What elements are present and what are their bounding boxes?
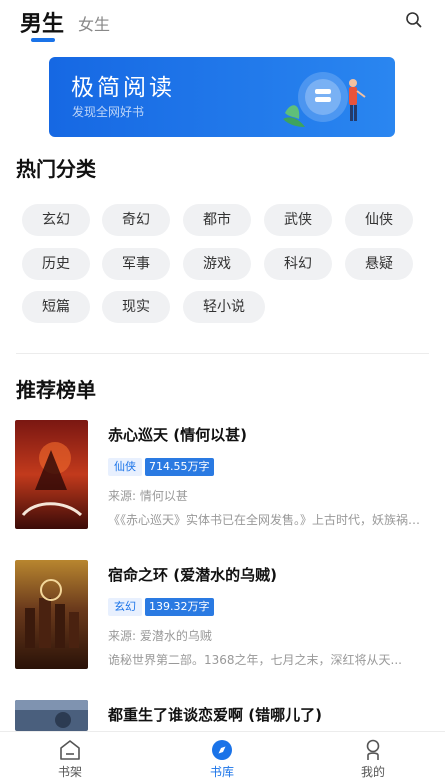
category-chip[interactable]: 悬疑 bbox=[345, 248, 413, 280]
category-chip[interactable]: 历史 bbox=[22, 248, 90, 280]
book-cover[interactable] bbox=[15, 420, 88, 529]
category-chip[interactable]: 仙侠 bbox=[345, 204, 413, 236]
category-chip[interactable]: 都市 bbox=[183, 204, 251, 236]
tab-male[interactable]: 男生 bbox=[20, 6, 64, 38]
category-chip[interactable]: 武侠 bbox=[264, 204, 332, 236]
category-chip[interactable]: 短篇 bbox=[22, 291, 90, 323]
bottom-nav: 书架 书库 我的 bbox=[0, 731, 445, 780]
genre-tag: 仙侠 bbox=[108, 458, 142, 476]
book-description: 《《赤心巡天》实体书已在全网发售。》上古时代，妖族祸世，... bbox=[108, 513, 426, 527]
category-chip[interactable]: 游戏 bbox=[183, 248, 251, 280]
book-description: 诡秘世界第二部。1368之年，七月之末，深红将从天... bbox=[108, 653, 402, 667]
top-bar: 男生 女生 bbox=[0, 0, 445, 46]
book-item[interactable]: 赤心巡天 (情何以甚) 仙侠 714.55万字 来源: 情何以甚 《《赤心巡天》… bbox=[0, 420, 445, 532]
user-icon bbox=[366, 739, 380, 760]
reading-illustration bbox=[283, 72, 366, 127]
book-cover[interactable] bbox=[15, 560, 88, 669]
section-divider bbox=[16, 353, 429, 354]
book-title[interactable]: 赤心巡天 (情何以甚) bbox=[108, 424, 247, 445]
banner-title: 极简阅读 bbox=[71, 75, 175, 101]
category-chip[interactable]: 科幻 bbox=[264, 248, 332, 280]
tab-female[interactable]: 女生 bbox=[78, 11, 110, 35]
nav-label: 我的 bbox=[360, 765, 385, 779]
bookshelf-icon bbox=[60, 740, 80, 760]
search-icon[interactable] bbox=[404, 10, 424, 30]
promo-banner[interactable]: 极简阅读 发现全网好书 bbox=[49, 57, 395, 137]
book-title[interactable]: 宿命之环 (爱潜水的乌贼) bbox=[108, 564, 277, 585]
category-chip[interactable]: 军事 bbox=[102, 248, 170, 280]
hot-categories-title: 热门分类 bbox=[16, 157, 96, 181]
book-title[interactable]: 都重生了谁谈恋爱啊 (错哪儿了) bbox=[108, 704, 322, 725]
book-item[interactable]: 宿命之环 (爱潜水的乌贼) 玄幻 139.32万字 来源: 爱潜水的乌贼 诡秘世… bbox=[0, 560, 445, 672]
word-count-tag: 714.55万字 bbox=[145, 458, 214, 476]
banner-subtitle: 发现全网好书 bbox=[72, 105, 145, 119]
nav-profile[interactable]: 我的 bbox=[333, 732, 413, 780]
compass-icon bbox=[212, 740, 232, 760]
genre-tag: 玄幻 bbox=[108, 598, 142, 616]
ranking-title: 推荐榜单 bbox=[16, 378, 96, 402]
book-cover[interactable] bbox=[15, 700, 88, 731]
word-count-tag: 139.32万字 bbox=[145, 598, 214, 616]
nav-library[interactable]: 书库 bbox=[182, 732, 262, 780]
category-chip[interactable]: 轻小说 bbox=[183, 291, 265, 323]
active-tab-indicator bbox=[31, 38, 55, 42]
nav-label: 书库 bbox=[209, 765, 234, 779]
category-chip[interactable]: 玄幻 bbox=[22, 204, 90, 236]
book-source: 来源: 爱潜水的乌贼 bbox=[108, 629, 212, 643]
book-item[interactable]: 都重生了谁谈恋爱啊 (错哪儿了) bbox=[0, 700, 445, 731]
category-chip[interactable]: 现实 bbox=[102, 291, 170, 323]
nav-label: 书架 bbox=[57, 765, 82, 779]
nav-bookshelf[interactable]: 书架 bbox=[30, 732, 110, 780]
book-source: 来源: 情何以甚 bbox=[108, 489, 188, 503]
category-chip[interactable]: 奇幻 bbox=[102, 204, 170, 236]
